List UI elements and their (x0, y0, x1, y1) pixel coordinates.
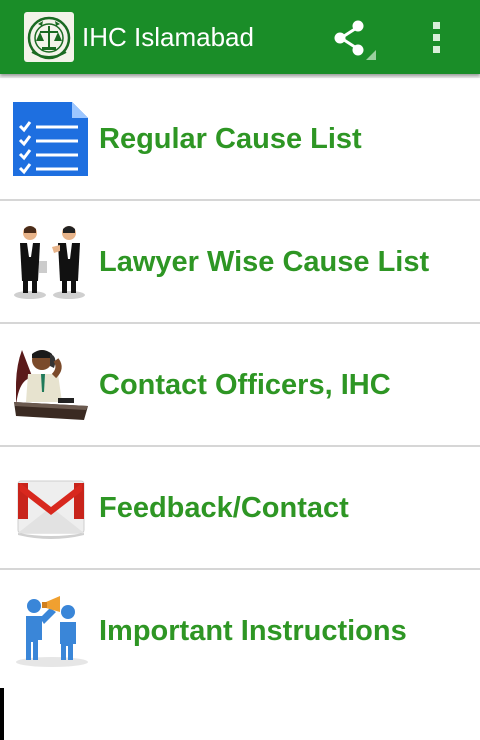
menu-item-label: Feedback/Contact (99, 492, 349, 524)
share-icon (334, 20, 376, 60)
menu-item-contact-officers[interactable]: Contact Officers, IHC (0, 324, 480, 447)
officer-on-phone-icon (12, 346, 90, 424)
gmail-envelope-icon (12, 469, 90, 547)
ihc-emblem-logo[interactable] (24, 12, 74, 62)
share-button[interactable] (330, 14, 378, 62)
menu-item-feedback-contact[interactable]: Feedback/Contact (0, 447, 480, 570)
megaphone-people-icon (12, 592, 90, 670)
app-title: IHC Islamabad (82, 22, 254, 52)
app-bar: IHC Islamabad (0, 0, 480, 74)
document-checklist-icon (12, 100, 90, 178)
main-menu-list: Regular Cause List Lawyer Wise Cause Lis… (0, 78, 480, 691)
overflow-menu-icon (433, 22, 440, 53)
lawyers-icon (12, 223, 90, 301)
screen-edge-artifact (0, 688, 4, 740)
menu-item-label: Contact Officers, IHC (99, 369, 391, 401)
menu-item-important-instructions[interactable]: Important Instructions (0, 570, 480, 691)
menu-item-label: Important Instructions (99, 615, 407, 647)
overflow-menu-button[interactable] (418, 14, 456, 62)
menu-item-lawyer-wise-cause-list[interactable]: Lawyer Wise Cause List (0, 201, 480, 324)
menu-item-label: Regular Cause List (99, 123, 362, 155)
menu-item-label: Lawyer Wise Cause List (99, 246, 430, 278)
menu-item-regular-cause-list[interactable]: Regular Cause List (0, 78, 480, 201)
